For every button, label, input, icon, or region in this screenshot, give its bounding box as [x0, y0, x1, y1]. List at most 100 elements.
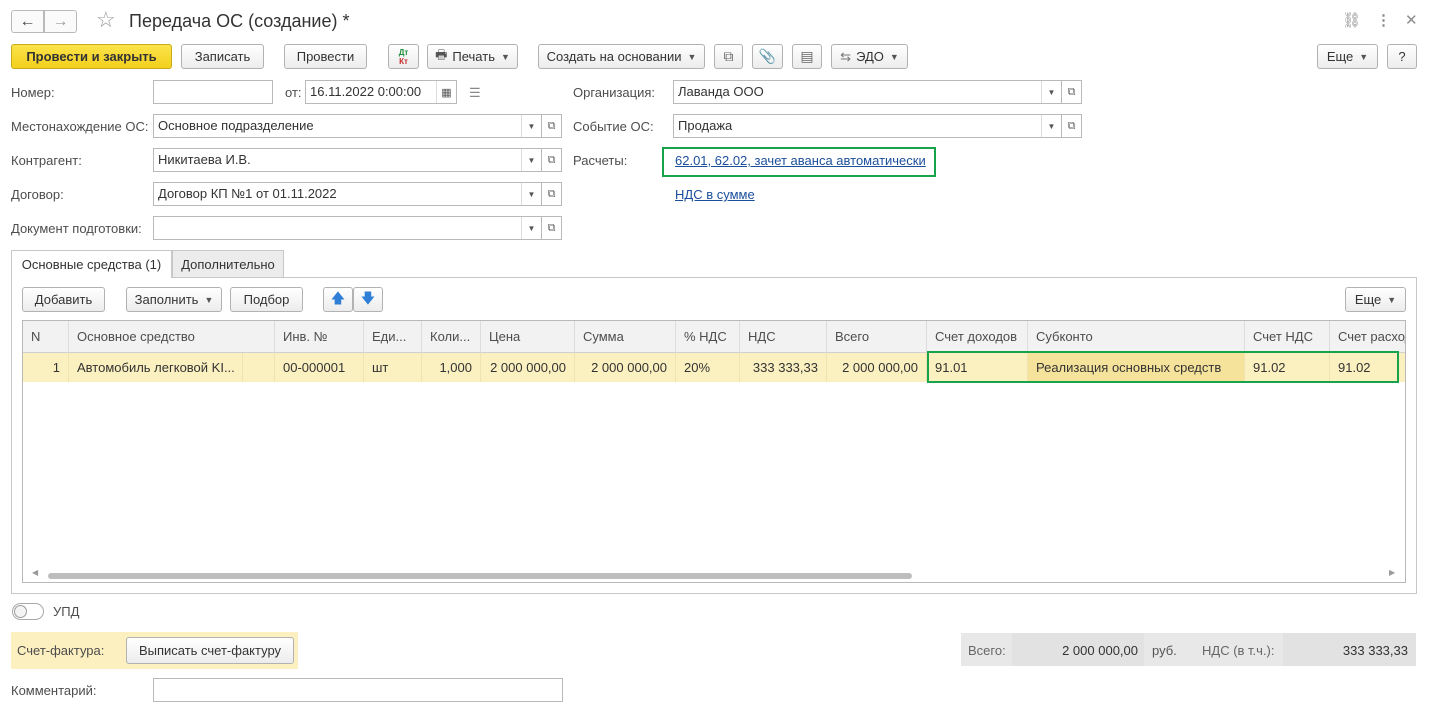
dt-label: Дт [398, 47, 409, 57]
table-cell-sum[interactable]: 2 000 000,00 [575, 353, 676, 382]
attach-files-button[interactable]: 📎 [752, 44, 783, 69]
journal-button[interactable]: ▤ [792, 44, 822, 69]
help-button[interactable]: ? [1387, 44, 1417, 69]
dropdown-icon[interactable]: ▼ [1041, 115, 1061, 137]
contract-field[interactable]: Договор КП №1 от 01.11.2022 ▼ [153, 182, 542, 206]
back-button[interactable]: ← [11, 10, 44, 33]
column-header-n[interactable]: N [23, 321, 69, 353]
dt-kt-button[interactable]: Дт Кт [388, 44, 419, 69]
toggle-knob [14, 605, 27, 618]
table-cell-n[interactable]: 1 [23, 353, 69, 382]
upd-toggle[interactable] [12, 603, 44, 620]
column-header-sum[interactable]: Сумма [575, 321, 676, 353]
column-header-vat-rate[interactable]: % НДС [676, 321, 740, 353]
column-header-inventory-number[interactable]: Инв. № [275, 321, 364, 353]
comment-note-icon[interactable]: ☰ [469, 85, 481, 101]
counterparty-value: Никитаева И.В. [158, 152, 251, 167]
issue-invoice-button[interactable]: Выписать счет-фактуру [126, 637, 294, 664]
post-and-close-button[interactable]: Провести и закрыть [11, 44, 172, 69]
table-cell-asset[interactable]: Автомобиль легковой KI... [69, 353, 243, 382]
table-cell-vat-rate[interactable]: 20% [676, 353, 740, 382]
location-field[interactable]: Основное подразделение ▼ [153, 114, 542, 138]
open-prep-document-icon[interactable]: ⧉ [542, 216, 562, 240]
forward-button[interactable]: → [44, 10, 77, 33]
selection-button[interactable]: Подбор [230, 287, 303, 312]
arrow-right-icon: → [52, 12, 69, 30]
settlements-label: Расчеты: [573, 153, 628, 168]
add-row-button[interactable]: Добавить [22, 287, 105, 312]
table-cell-inventory-number[interactable]: 00-000001 [275, 353, 364, 382]
open-location-icon[interactable]: ⧉ [542, 114, 562, 138]
column-header-quantity[interactable]: Коли... [422, 321, 481, 353]
chevron-down-icon: ▼ [500, 51, 510, 62]
move-down-button[interactable]: 🡇 [353, 287, 383, 312]
table-cell-unit[interactable]: шт [364, 353, 422, 382]
date-field[interactable]: 16.11.2022 0:00:00 ▦ [305, 80, 457, 104]
horizontal-scrollbar[interactable]: ◀ ▶ [24, 568, 1404, 580]
table-more-button[interactable]: Еще ▼ [1345, 287, 1406, 312]
dropdown-icon[interactable]: ▼ [521, 183, 541, 205]
link-icon[interactable]: ⛓ [1342, 11, 1361, 29]
table-cell-price[interactable]: 2 000 000,00 [481, 353, 575, 382]
scroll-left-icon[interactable]: ◀ [32, 568, 38, 577]
vat-link[interactable]: НДС в сумме [675, 187, 755, 202]
counterparty-field[interactable]: Никитаева И.В. ▼ [153, 148, 542, 172]
save-button[interactable]: Записать [181, 44, 264, 69]
tab-additional[interactable]: Дополнительно [172, 250, 284, 277]
create-based-on-label: Создать на основании [546, 49, 682, 64]
column-header-vat-account[interactable]: Счет НДС [1245, 321, 1330, 353]
column-header-price[interactable]: Цена [481, 321, 575, 353]
prep-document-field[interactable]: ▼ [153, 216, 542, 240]
total-value: 2 000 000,00 [1062, 643, 1138, 658]
column-header-asset[interactable]: Основное средство [69, 321, 275, 353]
column-header-total[interactable]: Всего [827, 321, 927, 353]
arrow-up-icon: 🡅 [330, 289, 346, 306]
edo-button[interactable]: ⇆ ЭДО ▼ [831, 44, 908, 69]
column-header-unit[interactable]: Еди... [364, 321, 422, 353]
dropdown-icon[interactable]: ▼ [521, 217, 541, 239]
number-field[interactable] [153, 80, 273, 104]
more-button[interactable]: Еще ▼ [1317, 44, 1378, 69]
table-cell-asset-button[interactable] [243, 353, 275, 382]
event-field[interactable]: Продажа ▼ [673, 114, 1062, 138]
more-label: Еще [1326, 49, 1354, 64]
more-menu-icon[interactable]: ⋮ [1376, 11, 1391, 29]
table-cell-quantity[interactable]: 1,000 [422, 353, 481, 382]
paperclip-icon: 📎 [758, 48, 777, 64]
dropdown-icon[interactable]: ▼ [1041, 81, 1061, 103]
page-title: Передача ОС (создание) * [129, 11, 350, 31]
favorite-star-icon[interactable]: ☆ [96, 9, 116, 31]
settlements-link[interactable]: 62.01, 62.02, зачет аванса автоматически [675, 153, 926, 168]
column-header-subconto[interactable]: Субконто [1028, 321, 1245, 353]
close-icon[interactable]: ✕ [1405, 11, 1418, 29]
tab-fixed-assets[interactable]: Основные средства (1) [11, 250, 172, 278]
move-up-button[interactable]: 🡅 [323, 287, 353, 312]
post-button[interactable]: Провести [284, 44, 367, 69]
create-based-on-button[interactable]: Создать на основании ▼ [538, 44, 705, 69]
printer-icon: 🖶 [435, 46, 448, 62]
table-cell-total[interactable]: 2 000 000,00 [827, 353, 927, 382]
event-value: Продажа [678, 118, 733, 133]
calendar-icon[interactable]: ▦ [436, 81, 456, 103]
dropdown-icon[interactable]: ▼ [521, 149, 541, 171]
fill-button[interactable]: Заполнить ▼ [126, 287, 222, 312]
print-button[interactable]: 🖶 Печать ▼ [427, 44, 518, 69]
open-organization-icon[interactable]: ⧉ [1062, 80, 1082, 104]
organization-value: Лаванда ООО [678, 84, 764, 99]
contract-label: Договор: [11, 187, 64, 202]
scrollbar-thumb[interactable] [48, 573, 912, 579]
column-header-expense-account[interactable]: Счет расходов [1330, 321, 1405, 353]
column-header-vat[interactable]: НДС [740, 321, 827, 353]
table-cell-vat[interactable]: 333 333,33 [740, 353, 827, 382]
structure-button[interactable]: ⧉ [714, 44, 743, 69]
open-contract-icon[interactable]: ⧉ [542, 182, 562, 206]
organization-field[interactable]: Лаванда ООО ▼ [673, 80, 1062, 104]
comment-field[interactable] [153, 678, 563, 702]
column-header-income-account[interactable]: Счет доходов [927, 321, 1028, 353]
organization-label: Организация: [573, 85, 656, 100]
edo-label: ЭДО [856, 49, 884, 64]
open-event-icon[interactable]: ⧉ [1062, 114, 1082, 138]
scroll-right-icon[interactable]: ▶ [1389, 568, 1395, 577]
dropdown-icon[interactable]: ▼ [521, 115, 541, 137]
open-counterparty-icon[interactable]: ⧉ [542, 148, 562, 172]
